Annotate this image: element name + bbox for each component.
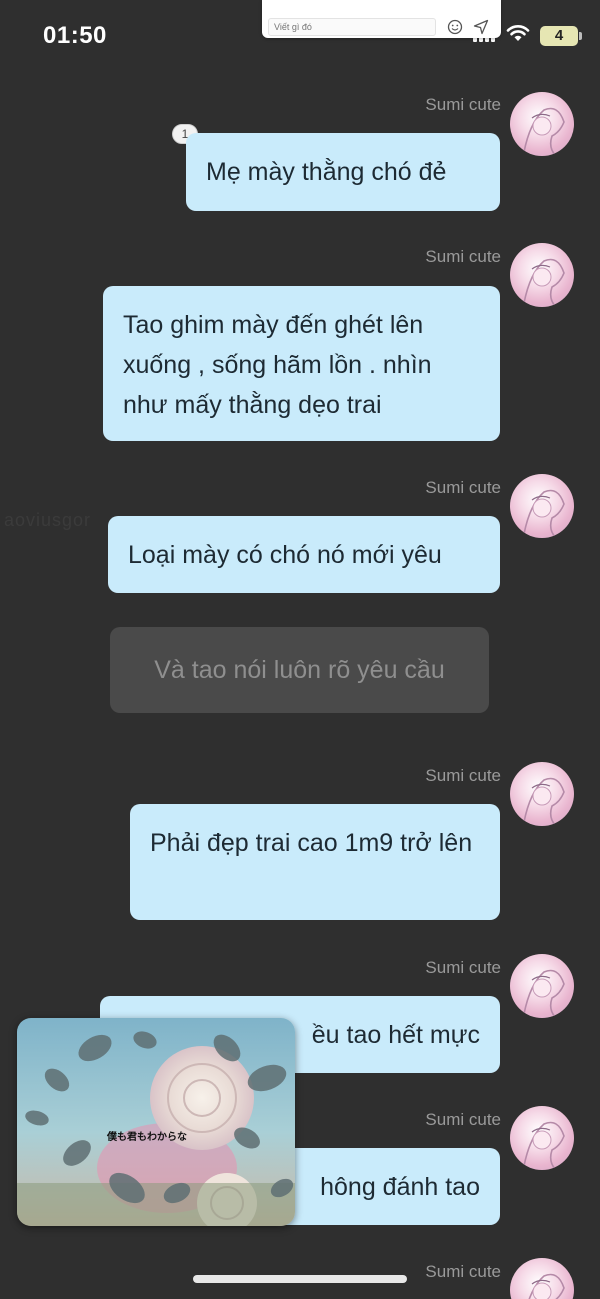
message-bubble[interactable]: Mẹ mày thằng chó đẻ: [186, 133, 500, 211]
avatar[interactable]: [510, 243, 574, 307]
sender-name: Sumi cute: [425, 1262, 501, 1281]
sender-name: Sumi cute: [425, 958, 501, 977]
avatar[interactable]: [510, 762, 574, 826]
video-frame-image: [17, 1018, 295, 1226]
avatar[interactable]: [510, 1106, 574, 1170]
picture-in-picture-video[interactable]: 僕も君もわからな: [17, 1018, 295, 1226]
battery-indicator: 4: [540, 25, 582, 46]
avatar[interactable]: [510, 954, 574, 1018]
home-indicator[interactable]: [193, 1275, 407, 1283]
sender-name: Sumi cute: [425, 95, 501, 114]
wifi-icon: [506, 24, 530, 47]
send-icon[interactable]: [473, 19, 489, 40]
sender-name: Sumi cute: [425, 247, 501, 266]
message-bubble[interactable]: Loại mày có chó nó mới yêu: [108, 516, 500, 593]
emoji-icon[interactable]: [447, 19, 463, 40]
message-bubble[interactable]: Tao ghim mày đến ghét lên xuống , sống h…: [103, 286, 500, 441]
reply-input[interactable]: [268, 18, 436, 36]
avatar[interactable]: [510, 474, 574, 538]
message-bubble[interactable]: Phải đẹp trai cao 1m9 trở lên: [130, 804, 500, 920]
avatar[interactable]: [510, 1258, 574, 1299]
video-caption: 僕も君もわからな: [107, 1132, 187, 1143]
avatar[interactable]: [510, 92, 574, 156]
sender-name: Sumi cute: [425, 478, 501, 497]
reply-bar: [262, 0, 501, 38]
background-watermark-text: aoviusgor: [4, 510, 92, 530]
system-message[interactable]: Và tao nói luôn rõ yêu cầu: [110, 627, 489, 713]
sender-name: Sumi cute: [425, 766, 501, 785]
sender-name: Sumi cute: [425, 1110, 501, 1129]
clock: 01:50: [43, 22, 107, 49]
